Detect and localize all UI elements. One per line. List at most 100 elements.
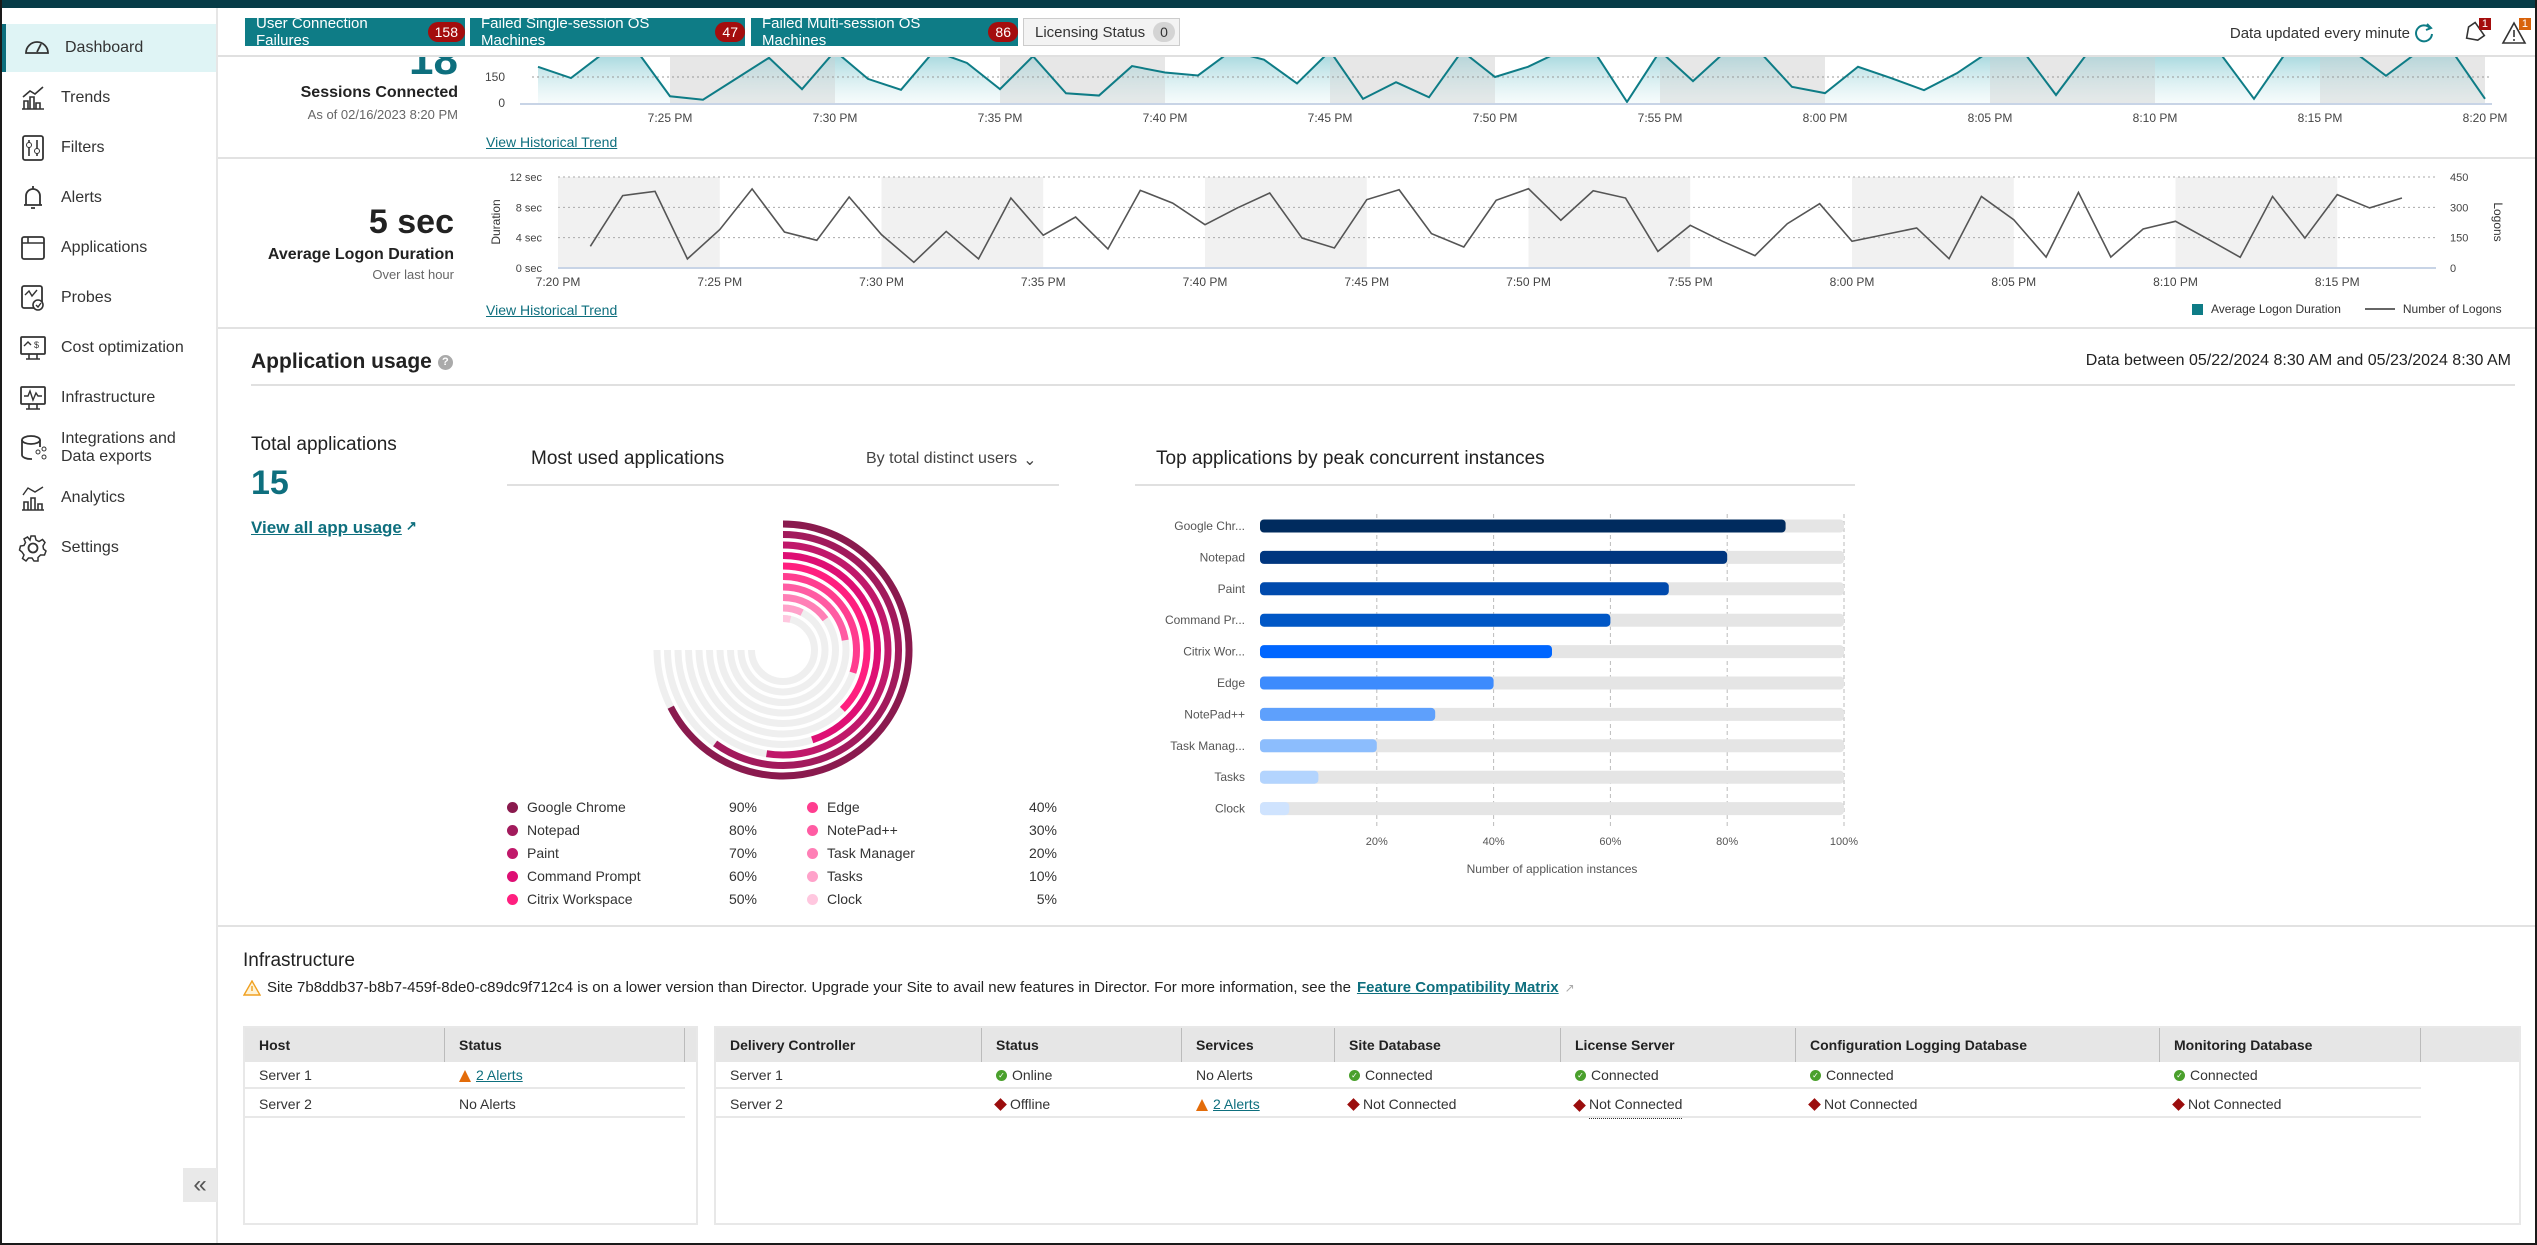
notifications-button[interactable]: 1 [2461,18,2491,46]
tab-user-connection-failures[interactable]: User Connection Failures 158 [245,15,465,49]
legend-value: 60% [728,868,757,884]
column-header-monitoring-database[interactable]: Monitoring Database [2160,1028,2421,1062]
divider [507,484,1059,486]
tab-label: Licensing Status [1035,23,1146,41]
bar-label: Notepad [1200,550,1245,564]
table-row: Server 1 2 Alerts [245,1062,685,1089]
check-circle-icon: ✓ [1810,1070,1821,1081]
sidebar-item-alerts[interactable]: Alerts [2,174,216,222]
legend-value: 50% [728,891,757,907]
sidebar-item-cost-optimization[interactable]: $ Cost optimization [2,324,216,372]
legend-item: Paint 70% [507,844,757,864]
sessions-label: Sessions Connected [300,84,458,101]
column-header-configuration-logging-database[interactable]: Configuration Logging Database [1796,1028,2160,1062]
database-share-icon [21,435,47,460]
trends-icon [22,86,44,110]
column-header-host[interactable]: Host [245,1028,445,1062]
bar-label: Clock [1215,802,1246,816]
sidebar-item-applications[interactable]: Applications [2,224,216,272]
bar-notepad [1260,550,1728,564]
bar-command-pr- [1260,613,1611,627]
sidebar-item-label: Settings [61,539,119,556]
column-header-status[interactable]: Status [982,1028,1182,1062]
x-tick-label: 8:10 PM [2153,275,2198,289]
warning-triangle-icon [1196,1098,1208,1111]
legend-dot [807,848,818,859]
help-icon[interactable]: ? [437,354,453,370]
legend-item: Google Chrome 90% [507,798,757,818]
tab-label: Failed Single-session OS Machines [481,15,650,49]
column-header-services[interactable]: Services [1182,1028,1335,1062]
bar-label: Citrix Wor... [1183,645,1245,659]
radial-track [653,520,913,780]
radial-bar-notepad- [782,583,849,641]
host-status[interactable]: 2 Alerts [459,1062,523,1089]
update-frequency-text: Data updated every minute [2229,25,2410,42]
sort-by-value: By total distinct users [866,450,1018,467]
sidebar-item-settings[interactable]: Settings [2,524,216,572]
sessions-historical-trend-link[interactable]: View Historical Trend [486,134,617,150]
host-status-text[interactable]: 2 Alerts [476,1062,523,1089]
x-tick-label: 7:35 PM [1021,275,1066,289]
table-cell: Not Connected [1347,1091,1456,1118]
radial-bar-paint [766,541,892,759]
sidebar-item-probes[interactable]: Probes [2,274,216,322]
legend-label: Command Prompt [527,868,641,884]
refresh-icon[interactable] [2411,20,2437,46]
sidebar-item-dashboard[interactable]: Dashboard [2,24,216,72]
legend-value: 80% [728,822,757,838]
sidebar-item-integrations-and-data-exports[interactable]: Integrations and Data exports [2,424,216,472]
logon-historical-trend-link[interactable]: View Historical Trend [486,302,617,318]
legend-swatch-logons [2364,308,2395,310]
cell-text: Connected [2190,1067,2258,1083]
sidebar-item-label: Infrastructure [61,389,156,406]
sidebar-item-trends[interactable]: Trends [2,74,216,122]
collapse-sidebar-button[interactable]: « [183,1168,217,1202]
column-header-status[interactable]: Status [445,1028,685,1062]
legend-label: Clock [827,891,863,907]
bar-track [1260,676,1844,690]
sidebar-item-label: Integrations and Data exports [61,430,176,465]
radial-track [685,552,881,748]
tab-licensing-status[interactable]: Licensing Status 0 [1023,18,1180,46]
total-applications-value: 15 [251,464,289,502]
error-diamond-icon [1808,1098,1821,1111]
table-cell[interactable]: 2 Alerts [1196,1091,1260,1118]
column-header-license-server[interactable]: License Server [1561,1028,1796,1062]
sort-by-dropdown[interactable]: By total distinct users ⌄ [866,450,1037,470]
right-tick-label: 300 [2450,202,2468,214]
view-all-app-usage-link[interactable]: View all app usage [251,518,402,538]
legend-label: Task Manager [827,845,915,861]
feature-compatibility-link[interactable]: Feature Compatibility Matrix [1357,979,1559,996]
external-link-icon: ↗ [405,518,417,533]
sidebar-item-filters[interactable]: Filters [2,124,216,172]
error-diamond-icon [2172,1098,2185,1111]
cell-text[interactable]: 2 Alerts [1213,1091,1260,1118]
filters-icon [22,135,44,161]
app-usage-title: Application usage ? [251,350,453,374]
right-tick-label: 150 [2450,233,2468,245]
sidebar-item-label: Alerts [61,189,102,206]
sidebar: Dashboard Trends Filters Alerts Applications… [2,8,218,1243]
alerts-badge: 1 [2518,18,2531,30]
column-header-delivery-controller[interactable]: Delivery Controller [716,1028,982,1062]
host-name: Server 1 [259,1067,312,1083]
table-cell: Offline [994,1091,1050,1118]
controllers-table: Delivery Controller Status Services Site Da… [714,1026,2521,1225]
sidebar-item-analytics[interactable]: Analytics [2,474,216,522]
legend-dot [507,871,518,882]
tab-label: User Connection Failures [256,15,368,49]
tab-failed-single-session[interactable]: Failed Single-session OS Machines 47 [470,15,745,49]
alert-header: User Connection Failures 158 Failed Singl… [218,8,2535,57]
table-row: Server 2 No Alerts [245,1091,685,1118]
view-all-app-usage[interactable]: View all app usage ↗ [251,518,417,538]
host-name: Server 2 [259,1096,312,1112]
alerts-button[interactable]: 1 [2501,18,2531,46]
shaded-band [2175,177,2338,268]
sidebar-item-infrastructure[interactable]: Infrastructure [2,374,216,422]
check-circle-icon: ✓ [1575,1070,1586,1081]
legend-item: Command Prompt 60% [507,867,757,887]
column-header-site-database[interactable]: Site Database [1335,1028,1561,1062]
chevron-down-icon: ⌄ [1023,452,1037,469]
tab-failed-multi-session[interactable]: Failed Multi-session OS Machines 86 [751,15,1018,49]
